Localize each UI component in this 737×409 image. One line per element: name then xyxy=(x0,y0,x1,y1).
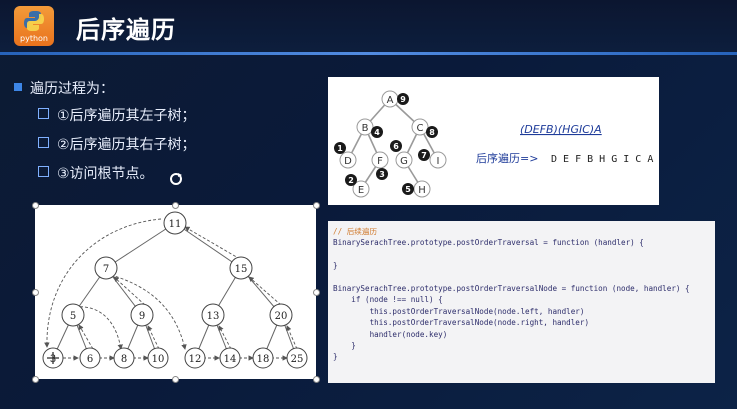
code-line: BinarySerachTree.prototype.postOrderTrav… xyxy=(333,284,690,294)
resize-handle[interactable] xyxy=(313,202,320,209)
resize-handle[interactable] xyxy=(32,376,39,383)
bst-diagram: 11 7 15 5 9 13 20 3 6 8 10 12 14 18 25 xyxy=(42,211,308,369)
bst-diagram-panel[interactable]: 11 7 15 5 9 13 20 3 6 8 10 12 14 18 25 xyxy=(35,205,316,379)
order-badge: 4 xyxy=(374,128,380,137)
order-badge: 8 xyxy=(429,128,435,137)
resize-handle[interactable] xyxy=(32,289,39,296)
result-label: 后序遍历=> xyxy=(476,151,538,165)
resize-handle[interactable] xyxy=(313,289,320,296)
order-badge: 2 xyxy=(348,176,354,185)
bullet-main: 遍历过程为： xyxy=(14,78,114,98)
code-line: } xyxy=(333,352,338,362)
rotate-handle-icon[interactable] xyxy=(169,172,183,186)
code-line: this.postOrderTraversalNode(node.right, … xyxy=(333,318,590,328)
bst-node: 5 xyxy=(70,311,76,322)
bst-node: 12 xyxy=(189,354,202,365)
tree-node: B xyxy=(362,123,369,134)
result-value: D E F B H G I C A xyxy=(551,154,653,165)
bst-node: 15 xyxy=(235,264,248,275)
postorder-grouping: (DEFB)(HGIC)A xyxy=(520,123,602,136)
logo-text: python xyxy=(20,34,48,43)
checkbox-bullet-icon xyxy=(38,137,49,148)
checkbox-bullet-icon xyxy=(38,166,49,177)
step-text: ①后序遍历其左子树； xyxy=(57,108,196,124)
resize-handle[interactable] xyxy=(172,202,179,209)
order-badge: 9 xyxy=(400,95,406,104)
page-title: 后序遍历 xyxy=(76,16,176,44)
code-line: this.postOrderTraversalNode(node.left, h… xyxy=(333,306,585,316)
checkbox-bullet-icon xyxy=(38,108,49,119)
bst-node: 8 xyxy=(121,354,127,365)
bst-node: 13 xyxy=(207,311,220,322)
bst-node: 14 xyxy=(224,354,237,365)
tree-node: H xyxy=(418,185,426,196)
tree-node: F xyxy=(377,156,383,167)
step-item: ②后序遍历其右子树； xyxy=(38,134,196,154)
code-block: // 后续遍历 BinarySerachTree.prototype.postO… xyxy=(333,226,690,363)
slide-canvas: python 后序遍历 遍历过程为： ①后序遍历其左子树； ②后序遍历其右子树；… xyxy=(0,0,737,409)
header-divider xyxy=(0,52,737,55)
square-bullet-icon xyxy=(14,83,22,91)
resize-handle[interactable] xyxy=(172,376,179,383)
tree-node: E xyxy=(358,185,364,196)
bst-node: 10 xyxy=(152,354,165,365)
tree-node: I xyxy=(437,156,440,167)
code-line: handler(node.key) xyxy=(333,329,448,339)
step-text: ③访问根节点。 xyxy=(57,166,154,182)
order-badge: 7 xyxy=(421,151,427,160)
code-line: // 后续遍历 xyxy=(333,227,378,236)
order-badge: 3 xyxy=(379,170,385,179)
tree-node: A xyxy=(387,95,394,106)
tree-node: C xyxy=(417,123,424,134)
bst-node: 6 xyxy=(87,354,93,365)
order-badge: 5 xyxy=(405,185,411,194)
bst-node: 20 xyxy=(275,311,288,322)
abc-tree-diagram: A B C D F G I E H 9 4 8 1 3 6 7 2 5 (DEF… xyxy=(334,90,653,198)
tree-node: D xyxy=(344,156,352,167)
resize-handle[interactable] xyxy=(32,202,39,209)
resize-handle[interactable] xyxy=(313,376,320,383)
bullet-main-text: 遍历过程为： xyxy=(30,81,114,97)
order-badge: 6 xyxy=(393,142,399,151)
code-line: BinarySerachTree.prototype.postOrderTrav… xyxy=(333,238,644,248)
step-text: ②后序遍历其右子树； xyxy=(57,137,196,153)
bst-node: 7 xyxy=(103,264,109,275)
code-line: } xyxy=(333,261,338,271)
tree-node: G xyxy=(400,156,408,167)
order-badge: 1 xyxy=(337,144,343,153)
python-logo: python xyxy=(14,6,54,46)
code-line: } xyxy=(333,341,356,351)
bst-node: 18 xyxy=(257,354,270,365)
bst-node: 25 xyxy=(291,354,304,365)
abc-tree-panel: A B C D F G I E H 9 4 8 1 3 6 7 2 5 (DEF… xyxy=(328,77,659,205)
step-item: ①后序遍历其左子树； xyxy=(38,105,196,125)
step-item: ③访问根节点。 xyxy=(38,163,154,183)
code-line: if (node !== null) { xyxy=(333,295,443,305)
code-panel: // 后续遍历 BinarySerachTree.prototype.postO… xyxy=(328,221,715,383)
bst-node: 11 xyxy=(169,219,182,230)
bst-node: 9 xyxy=(139,311,145,322)
python-icon xyxy=(24,11,44,31)
